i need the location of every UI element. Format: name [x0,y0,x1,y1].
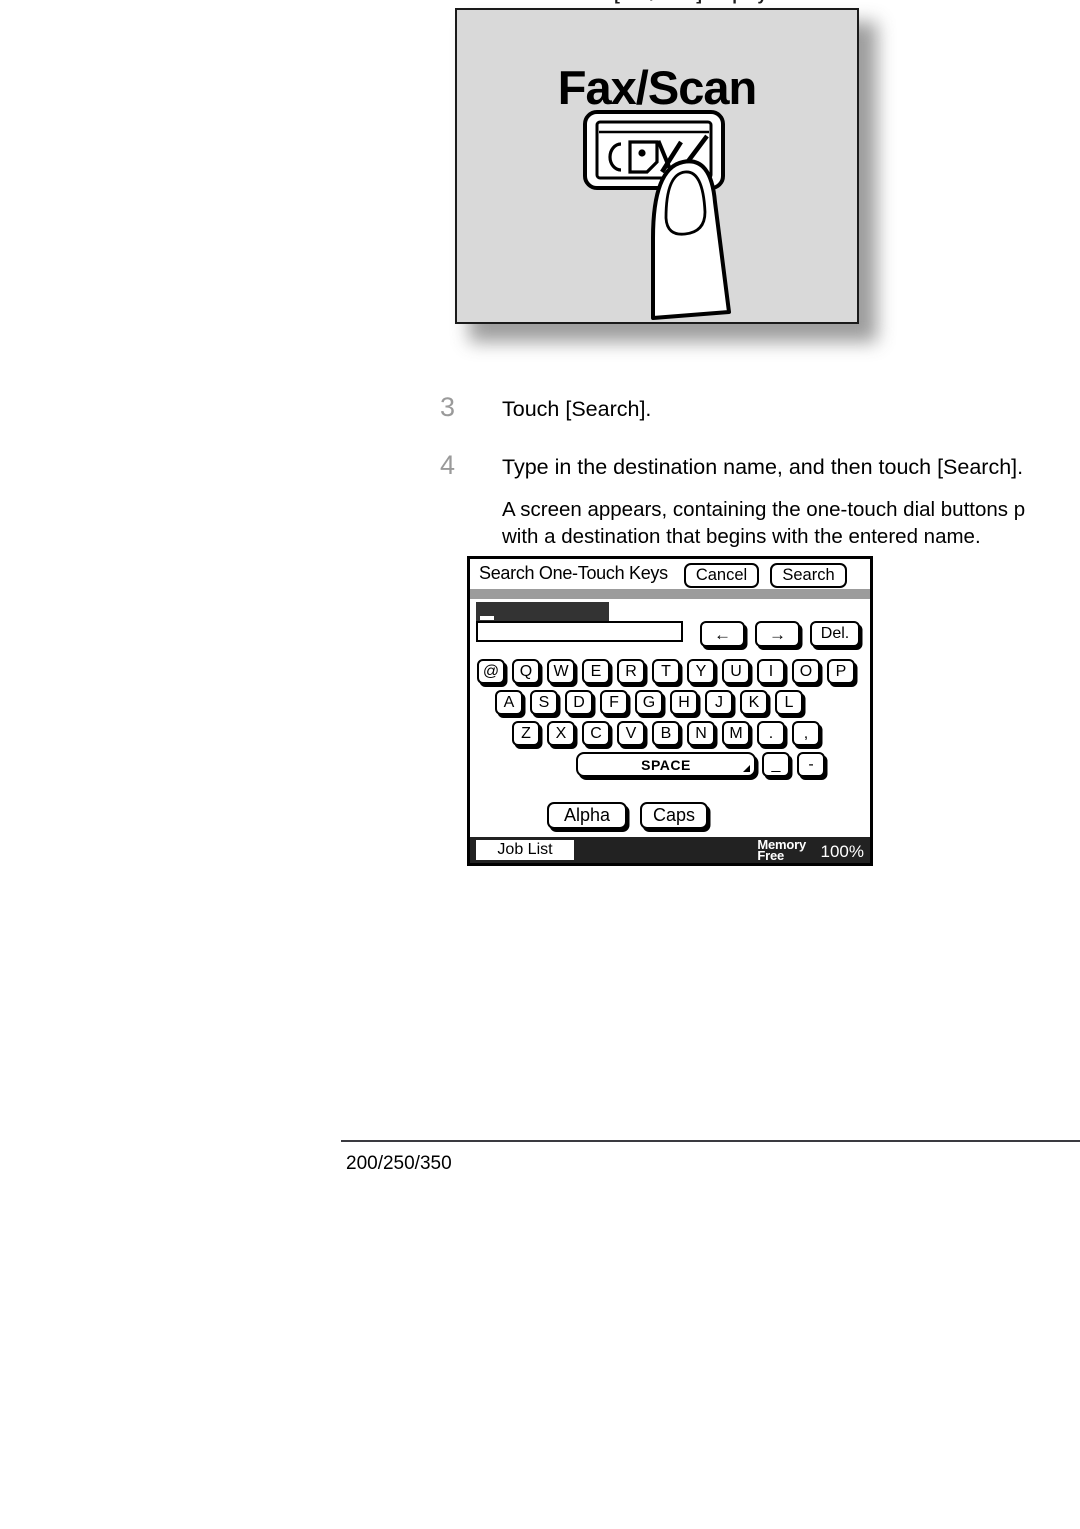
cursor-right-button[interactable]: → [755,621,800,647]
key-p[interactable]: P [827,659,855,684]
fax-scan-key-icon [583,110,731,320]
key-l[interactable]: L [775,690,803,715]
cancel-button[interactable]: Cancel [684,563,759,588]
lcd-touch-panel: Search One-Touch Keys Cancel Search ← → … [467,556,873,866]
key-y[interactable]: Y [687,659,715,684]
key-r[interactable]: R [617,659,645,684]
key-underscore[interactable]: _ [762,752,790,777]
key-t[interactable]: T [652,659,680,684]
key-comma[interactable]: , [792,721,820,746]
key-hyphen[interactable]: - [797,752,825,777]
key-k[interactable]: K [740,690,768,715]
typed-text-bar [476,602,609,623]
arrow-right-icon: → [769,624,786,644]
key-space[interactable]: SPACE [576,752,756,777]
search-input[interactable] [476,621,683,642]
job-list-button[interactable]: Job List [476,840,574,860]
lcd-header: Search One-Touch Keys Cancel Search [470,559,870,589]
key-g[interactable]: G [635,690,663,715]
step-4-subtext-line2: with a destination that begins with the … [502,525,981,548]
key-period[interactable]: . [757,721,785,746]
space-corner-marker-icon [743,765,750,772]
key-u[interactable]: U [722,659,750,684]
key-i[interactable]: I [757,659,785,684]
page-heading-cutoff: Basic [Fax/Scan] display [455,0,875,5]
key-a[interactable]: A [495,690,523,715]
illustration-frame: Fax/Scan [455,8,859,324]
step-4-subtext-line1: A screen appears, containing the one-tou… [502,498,1026,521]
search-button[interactable]: Search [770,563,847,588]
cursor-left-button[interactable]: ← [700,621,745,647]
arrow-left-icon: ← [714,624,731,644]
lcd-screen-title: Search One-Touch Keys [479,563,668,583]
key-j[interactable]: J [705,690,733,715]
key-q[interactable]: Q [512,659,540,684]
key-w[interactable]: W [547,659,575,684]
key-h[interactable]: H [670,690,698,715]
memory-free-percent: 100% [820,842,864,861]
key-m[interactable]: M [722,721,750,746]
key-c[interactable]: C [582,721,610,746]
key-v[interactable]: V [617,721,645,746]
fax-scan-illustration: Fax/Scan [455,8,877,342]
footer-model-numbers: 200/250/350 [346,1153,452,1174]
step-3-text: Touch [Search]. [502,397,652,421]
lcd-status-bar: Job List Memory Free 100% [470,837,870,863]
memory-free-label: Memory Free [757,838,806,862]
text-cursor [480,616,494,620]
key-e[interactable]: E [582,659,610,684]
footer-divider [341,1140,1080,1142]
alpha-mode-button[interactable]: Alpha [547,802,627,829]
delete-button[interactable]: Del. [810,621,860,647]
key-z[interactable]: Z [512,721,540,746]
step-4-text: Type in the destination name, and then t… [502,455,1024,479]
space-label: SPACE [641,756,691,773]
key-at[interactable]: @ [477,659,505,684]
key-s[interactable]: S [530,690,558,715]
lcd-header-divider [470,589,870,599]
key-o[interactable]: O [792,659,820,684]
key-n[interactable]: N [687,721,715,746]
key-f[interactable]: F [600,690,628,715]
key-d[interactable]: D [565,690,593,715]
step-3-number: 3 [440,392,456,422]
key-b[interactable]: B [652,721,680,746]
step-4-number: 4 [440,450,456,480]
caps-mode-button[interactable]: Caps [640,802,708,829]
key-x[interactable]: X [547,721,575,746]
